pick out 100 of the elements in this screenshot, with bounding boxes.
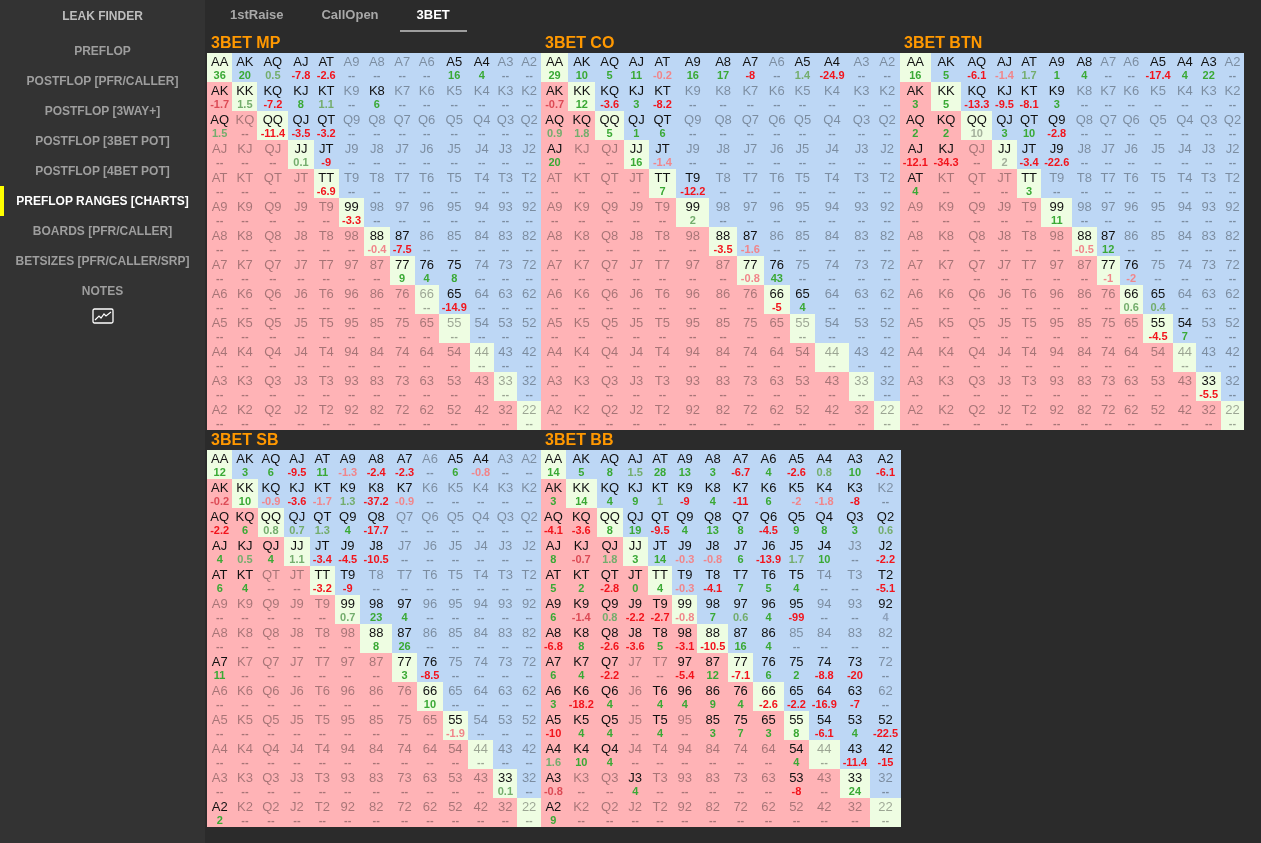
- range-cell[interactable]: J7 --: [622, 653, 648, 682]
- range-cell[interactable]: A3 --: [493, 53, 518, 82]
- range-cell[interactable]: 64 --: [1119, 343, 1143, 372]
- range-cell[interactable]: Q6 --: [257, 285, 289, 314]
- range-cell[interactable]: 96 --: [1041, 285, 1073, 314]
- range-cell[interactable]: A8 -6.8: [541, 624, 566, 653]
- range-cell[interactable]: J4 --: [469, 140, 494, 169]
- range-cell[interactable]: Q7 --: [961, 256, 993, 285]
- range-cell[interactable]: 76 --: [391, 682, 418, 711]
- range-cell[interactable]: J6 --: [992, 285, 1017, 314]
- range-cell[interactable]: 97 --: [338, 256, 365, 285]
- range-cell[interactable]: K3 --: [930, 372, 962, 401]
- range-cell[interactable]: T9 -0.3: [672, 566, 698, 595]
- range-cell[interactable]: J2 --: [284, 798, 310, 827]
- range-cell[interactable]: J5 --: [623, 314, 649, 343]
- range-cell[interactable]: T4 --: [313, 343, 339, 372]
- range-cell[interactable]: Q4 --: [961, 343, 993, 372]
- range-cell[interactable]: Q3 --: [257, 372, 289, 401]
- range-cell[interactable]: 62 --: [1221, 285, 1244, 314]
- range-cell[interactable]: QJ 3: [992, 111, 1017, 140]
- range-cell[interactable]: 44 --: [808, 740, 840, 769]
- range-cell[interactable]: K6 6: [753, 479, 784, 508]
- range-cell[interactable]: J2 --: [288, 401, 314, 430]
- range-cell[interactable]: K2 --: [232, 401, 258, 430]
- range-cell[interactable]: QT 6: [648, 111, 677, 140]
- range-cell[interactable]: JT --: [284, 566, 310, 595]
- range-cell[interactable]: JT -3.4: [309, 537, 335, 566]
- range-cell[interactable]: T6 --: [648, 285, 677, 314]
- range-cell[interactable]: 33 -5.5: [1196, 372, 1221, 401]
- range-cell[interactable]: 73 --: [1196, 256, 1221, 285]
- range-cell[interactable]: 22 --: [870, 798, 901, 827]
- range-cell[interactable]: 85 --: [360, 711, 392, 740]
- range-cell[interactable]: 54 7: [1173, 314, 1197, 343]
- range-cell[interactable]: TT -6.9: [313, 169, 339, 198]
- range-cell[interactable]: Q4 --: [469, 111, 494, 140]
- range-cell[interactable]: 65 --: [414, 314, 439, 343]
- range-cell[interactable]: A6 --: [417, 450, 443, 479]
- range-cell[interactable]: K9 --: [338, 82, 365, 111]
- range-cell[interactable]: J9 -2.2: [622, 595, 648, 624]
- range-cell[interactable]: Q5 --: [961, 314, 993, 343]
- range-cell[interactable]: T3 --: [1016, 372, 1042, 401]
- range-cell[interactable]: QT 10: [1016, 111, 1042, 140]
- range-cell[interactable]: TT -3.2: [309, 566, 335, 595]
- range-cell[interactable]: 32 --: [517, 372, 541, 401]
- range-cell[interactable]: T4 --: [1016, 343, 1042, 372]
- range-cell[interactable]: K6 --: [417, 479, 443, 508]
- range-cell[interactable]: T3 --: [647, 769, 673, 798]
- range-cell[interactable]: J7 --: [1096, 140, 1120, 169]
- range-cell[interactable]: AT 28: [647, 450, 673, 479]
- range-cell[interactable]: A4 --: [541, 343, 569, 372]
- range-cell[interactable]: A7 11: [207, 653, 233, 682]
- tab[interactable]: CallOpen: [304, 0, 396, 32]
- range-cell[interactable]: T7 --: [1096, 169, 1120, 198]
- range-cell[interactable]: Q5 --: [442, 508, 469, 537]
- range-cell[interactable]: T7 --: [313, 256, 339, 285]
- range-cell[interactable]: 93 --: [672, 769, 698, 798]
- range-cell[interactable]: 93 --: [493, 198, 518, 227]
- range-cell[interactable]: 82 --: [697, 798, 729, 827]
- range-cell[interactable]: 96 --: [764, 198, 790, 227]
- range-cell[interactable]: T7 --: [648, 256, 677, 285]
- range-cell[interactable]: J9 -0.3: [672, 537, 698, 566]
- range-cell[interactable]: Q6 -4.5: [753, 508, 784, 537]
- range-cell[interactable]: 65 -2.2: [783, 682, 809, 711]
- range-cell[interactable]: T5 --: [648, 314, 677, 343]
- range-cell[interactable]: 55 -1.9: [442, 711, 469, 740]
- range-cell[interactable]: 72 --: [517, 653, 541, 682]
- range-cell[interactable]: 74 --: [469, 256, 494, 285]
- range-cell[interactable]: 43 --: [1173, 372, 1197, 401]
- range-cell[interactable]: K7 --: [232, 653, 258, 682]
- range-cell[interactable]: QT -2.8: [596, 566, 623, 595]
- range-cell[interactable]: J7 --: [736, 140, 764, 169]
- range-cell[interactable]: Q9 --: [257, 595, 285, 624]
- range-cell[interactable]: T3 --: [493, 169, 518, 198]
- range-cell[interactable]: Q6 --: [764, 111, 790, 140]
- range-cell[interactable]: KJ 0.5: [232, 537, 258, 566]
- sidebar-item[interactable]: PREFLOP RANGES [CHARTS]: [0, 186, 205, 216]
- range-cell[interactable]: T9 --: [313, 198, 339, 227]
- range-cell[interactable]: TT 4: [647, 566, 673, 595]
- range-cell[interactable]: KK 5: [930, 82, 962, 111]
- range-cell[interactable]: 75 --: [736, 314, 764, 343]
- range-cell[interactable]: 65 0.4: [1142, 285, 1174, 314]
- range-cell[interactable]: 86 --: [360, 682, 392, 711]
- range-cell[interactable]: J5 --: [1142, 140, 1174, 169]
- range-cell[interactable]: KT -1.7: [309, 479, 335, 508]
- range-cell[interactable]: JT -3.4: [1016, 140, 1042, 169]
- range-cell[interactable]: 72 --: [1221, 256, 1244, 285]
- range-cell[interactable]: 64 -16.9: [808, 682, 840, 711]
- range-cell[interactable]: Q9 --: [338, 111, 365, 140]
- range-cell[interactable]: K2 --: [930, 401, 962, 430]
- range-cell[interactable]: 84 --: [1072, 343, 1097, 372]
- range-cell[interactable]: AT 5: [541, 566, 566, 595]
- range-cell[interactable]: A7 --: [541, 256, 569, 285]
- range-cell[interactable]: 87 12: [1096, 227, 1120, 256]
- range-cell[interactable]: 87 --: [1072, 256, 1097, 285]
- range-cell[interactable]: K4 --: [815, 82, 849, 111]
- range-cell[interactable]: K9 --: [930, 198, 962, 227]
- range-cell[interactable]: 76 6: [753, 653, 784, 682]
- range-cell[interactable]: A8 -2.4: [360, 450, 392, 479]
- range-cell[interactable]: AK 20: [232, 53, 258, 82]
- range-cell[interactable]: 63 --: [1119, 372, 1143, 401]
